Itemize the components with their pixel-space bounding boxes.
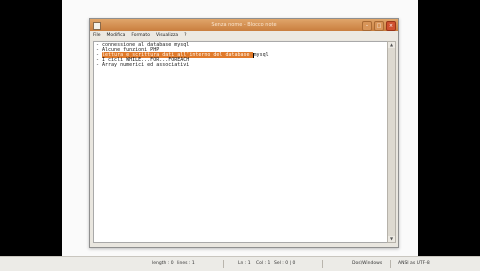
menu-modifica[interactable]: Modifica <box>107 31 126 40</box>
notepad-icon <box>93 22 101 30</box>
menu-visualizza[interactable]: Visualizza <box>156 31 178 40</box>
window-title: Senza nome - Blocco note <box>211 22 277 28</box>
status-eol: Dos\Windows <box>352 261 383 266</box>
status-encoding: ANSI as UTF-8 <box>398 261 430 266</box>
editor-line: - Array numerici ed associativi <box>96 62 190 68</box>
status-separator <box>390 260 391 268</box>
menu-formato[interactable]: Formato <box>131 31 150 40</box>
maximize-icon: □ <box>376 23 382 29</box>
status-bar: length : 0 lines : 1 Ln : 1 Col : 1 Sel … <box>0 256 480 271</box>
scroll-up-icon[interactable]: ▲ <box>388 42 395 48</box>
status-sel: Sel : 0 | 0 <box>274 261 296 266</box>
close-icon: × <box>388 23 394 29</box>
line-suffix: mysql <box>253 52 269 58</box>
text-editor[interactable]: - connessione al database mysql - Alcune… <box>93 41 388 243</box>
close-button[interactable]: × <box>386 21 396 31</box>
minimize-icon: – <box>365 23 369 29</box>
status-separator <box>322 260 323 268</box>
menu-help[interactable]: ? <box>184 31 186 40</box>
title-bar[interactable]: Senza nome - Blocco note – □ × <box>90 19 398 31</box>
minimize-button[interactable]: – <box>362 21 372 31</box>
notepad-window: Senza nome - Blocco note – □ × File Modi… <box>89 18 399 248</box>
vertical-scrollbar[interactable]: ▲ ▼ <box>387 41 396 243</box>
status-col: Col : 1 <box>256 261 271 266</box>
maximize-button[interactable]: □ <box>374 21 384 31</box>
status-ln: Ln : 1 <box>238 261 251 266</box>
menu-file[interactable]: File <box>93 31 101 40</box>
menu-bar: File Modifica Formato Visualizza ? <box>90 31 398 40</box>
scroll-down-icon[interactable]: ▼ <box>388 236 395 242</box>
window-controls: – □ × <box>362 21 396 31</box>
status-separator <box>223 260 224 268</box>
status-length: length : 0 <box>152 261 174 266</box>
status-lines: lines : 1 <box>177 261 195 266</box>
